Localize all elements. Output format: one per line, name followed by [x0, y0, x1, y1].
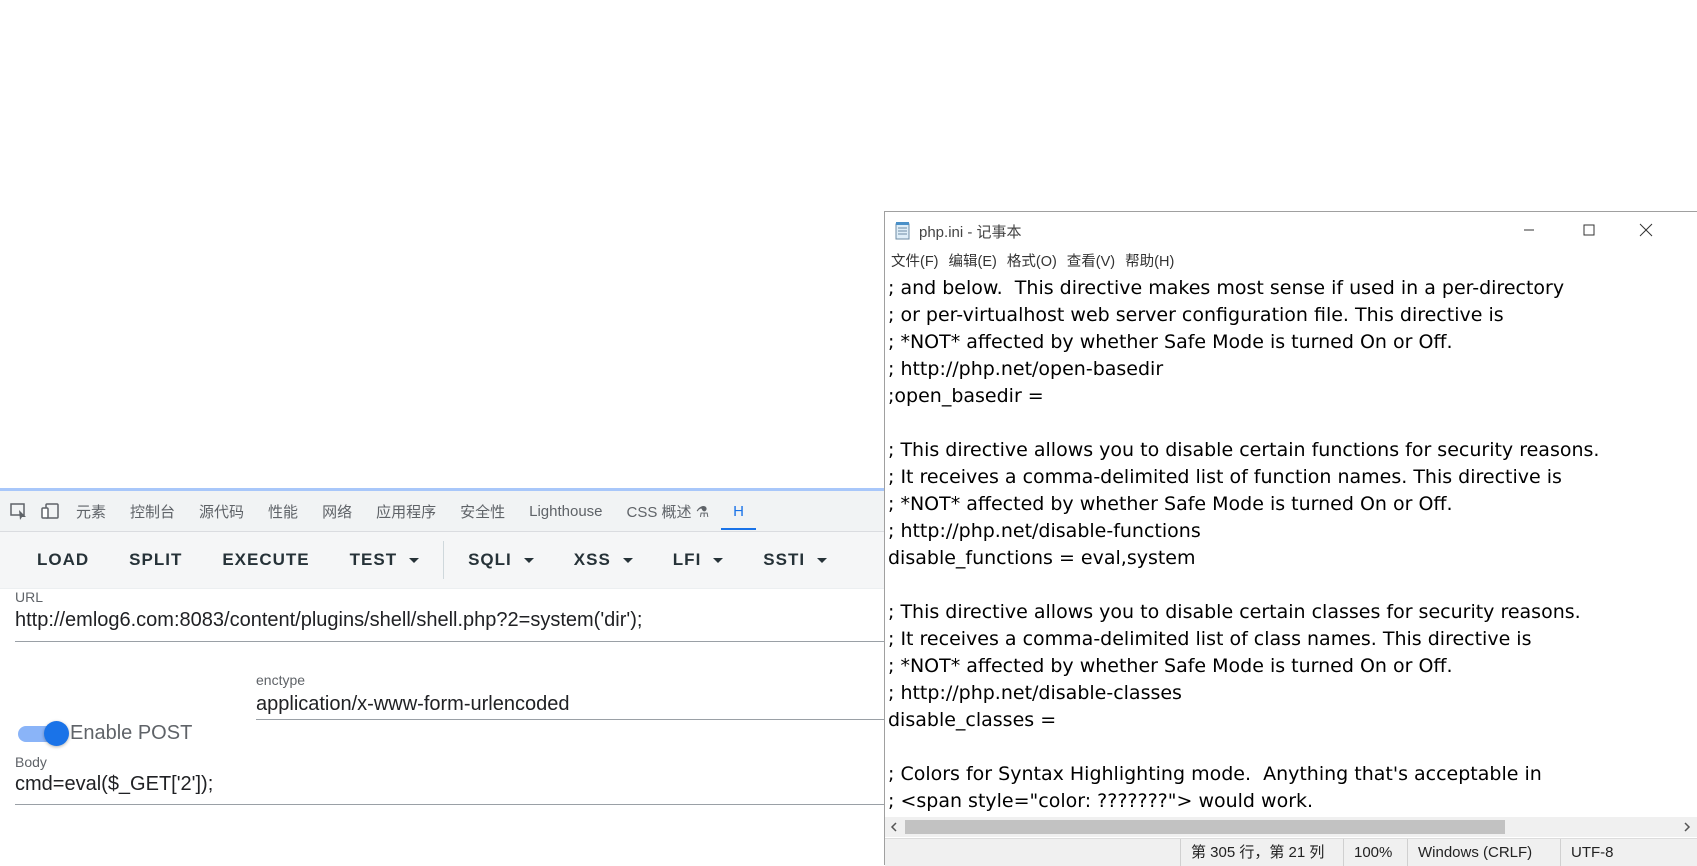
tab-css-overview[interactable]: CSS 概述 ⚗ [615, 501, 722, 522]
url-label: URL [15, 589, 44, 605]
text-line: ; *NOT* affected by whether Safe Mode is… [888, 493, 1453, 515]
url-input[interactable]: http://emlog6.com:8083/content/plugins/s… [15, 609, 642, 632]
device-toolbar-icon[interactable] [38, 498, 64, 524]
split-button[interactable]: SPLIT [109, 550, 202, 570]
text-line: ; This directive allows you to disable c… [888, 601, 1581, 623]
flask-icon: ⚗ [695, 503, 710, 521]
devtools-panel: 元素 控制台 源代码 性能 网络 应用程序 安全性 Lighthouse CSS… [0, 488, 884, 864]
caret-down-icon [817, 557, 828, 563]
body-input-underline [15, 804, 884, 805]
execute-button[interactable]: EXECUTE [202, 550, 329, 570]
zoom-level: 100% [1343, 839, 1392, 866]
text-line: ;open_basedir = [888, 385, 1044, 407]
tab-console[interactable]: 控制台 [118, 501, 187, 522]
notepad-statusbar: 第 305 行，第 21 列 100% Windows (CRLF) UTF-8 [885, 838, 1697, 866]
sqli-dropdown-label: SQLI [468, 550, 512, 569]
enable-post-toggle[interactable] [18, 721, 69, 746]
text-line: ; *NOT* affected by whether Safe Mode is… [888, 655, 1453, 677]
test-dropdown-button[interactable]: TEST [330, 550, 439, 570]
line-ending: Windows (CRLF) [1407, 839, 1532, 866]
minimize-icon [1524, 229, 1534, 231]
notepad-window: php.ini - 记事本 文件(F) 编辑(E) 格式(O) 查看(V) 帮助… [884, 211, 1697, 866]
tab-application[interactable]: 应用程序 [364, 501, 448, 522]
cursor-position: 第 305 行，第 21 列 [1180, 839, 1324, 866]
body-input[interactable]: cmd=eval($_GET['2']); [15, 773, 213, 796]
menu-view[interactable]: 查看(V) [1067, 250, 1115, 271]
enctype-select[interactable]: application/x-www-form-urlencoded [256, 693, 569, 716]
menu-edit[interactable]: 编辑(E) [949, 250, 997, 271]
text-line: ; or per-virtualhost web server configur… [888, 304, 1504, 326]
toolbar-divider [443, 541, 445, 579]
lfi-dropdown-label: LFI [672, 550, 702, 569]
text-line: ; This directive allows you to disable c… [888, 439, 1600, 461]
text-line: ; http://php.net/open-basedir [888, 358, 1164, 380]
scroll-right-icon[interactable] [1682, 822, 1692, 832]
text-line: ; http://php.net/disable-classes [888, 682, 1182, 704]
minimize-button[interactable] [1506, 212, 1552, 248]
notepad-text-area[interactable]: ; and below. This directive makes most s… [888, 275, 1688, 823]
horizontal-scrollbar[interactable] [885, 817, 1697, 837]
text-line: ; http://php.net/disable-functions [888, 520, 1201, 542]
body-label: Body [15, 754, 47, 770]
encoding: UTF-8 [1560, 839, 1614, 866]
devtools-tab-bar: 元素 控制台 源代码 性能 网络 应用程序 安全性 Lighthouse CSS… [0, 491, 884, 532]
close-button[interactable] [1623, 212, 1669, 248]
tab-network[interactable]: 网络 [310, 501, 364, 522]
enctype-underline [256, 719, 884, 720]
toggle-knob [44, 721, 69, 746]
load-button[interactable]: LOAD [0, 550, 109, 570]
split-button-label: SPLIT [129, 550, 183, 569]
inspect-element-icon[interactable] [6, 498, 32, 524]
scrollbar-thumb[interactable] [905, 820, 1505, 834]
lfi-dropdown-button[interactable]: LFI [653, 550, 744, 570]
ssti-dropdown-label: SSTI [763, 550, 806, 569]
tab-performance[interactable]: 性能 [256, 501, 310, 522]
sqli-dropdown-button[interactable]: SQLI [448, 550, 554, 570]
text-line: ; <span style="color: ???????"> would wo… [888, 790, 1314, 812]
hackbar-toolbar: LOAD SPLIT EXECUTE TEST SQLI XSS LFI SST… [0, 532, 884, 589]
menu-file[interactable]: 文件(F) [891, 250, 939, 271]
xss-dropdown-button[interactable]: XSS [554, 550, 653, 570]
menu-help[interactable]: 帮助(H) [1125, 250, 1174, 271]
load-button-label: LOAD [37, 550, 90, 569]
close-icon [1639, 223, 1653, 237]
xss-dropdown-label: XSS [573, 550, 611, 569]
text-line [888, 734, 1688, 761]
enable-post-label: Enable POST [70, 722, 193, 744]
text-line: ; It receives a comma-delimited list of … [888, 628, 1532, 650]
notepad-title: php.ini - 记事本 [919, 224, 1022, 241]
tab-elements[interactable]: 元素 [64, 501, 118, 522]
tab-hackbar[interactable]: H [721, 503, 756, 530]
tab-lighthouse[interactable]: Lighthouse [517, 503, 614, 520]
text-line: ; and below. This directive makes most s… [888, 277, 1565, 299]
tab-css-overview-label: CSS 概述 [626, 503, 692, 521]
maximize-icon [1583, 224, 1595, 236]
enctype-label: enctype [256, 672, 306, 688]
text-line: ; *NOT* affected by whether Safe Mode is… [888, 331, 1453, 353]
ssti-dropdown-button[interactable]: SSTI [743, 550, 847, 570]
text-line: disable_classes = [888, 709, 1057, 731]
caret-down-icon [622, 557, 633, 563]
tab-sources[interactable]: 源代码 [187, 501, 256, 522]
text-line [888, 572, 1688, 599]
menu-format[interactable]: 格式(O) [1007, 250, 1057, 271]
notepad-titlebar[interactable]: php.ini - 记事本 [885, 212, 1697, 248]
maximize-button[interactable] [1566, 212, 1612, 248]
test-dropdown-label: TEST [349, 550, 398, 569]
execute-button-label: EXECUTE [222, 550, 310, 569]
caret-down-icon [713, 557, 724, 563]
text-line: ; Colors for Syntax Highlighting mode. A… [888, 763, 1542, 785]
notepad-menubar: 文件(F) 编辑(E) 格式(O) 查看(V) 帮助(H) [885, 248, 1697, 273]
text-line [888, 410, 1688, 437]
text-line: disable_functions = eval,system [888, 547, 1196, 569]
caret-down-icon [409, 557, 420, 563]
tab-security[interactable]: 安全性 [448, 501, 517, 522]
scroll-left-icon[interactable] [889, 822, 899, 832]
caret-down-icon [523, 557, 534, 563]
notepad-doc-icon [895, 222, 910, 240]
text-line: ; It receives a comma-delimited list of … [888, 466, 1562, 488]
url-input-underline [15, 641, 884, 642]
